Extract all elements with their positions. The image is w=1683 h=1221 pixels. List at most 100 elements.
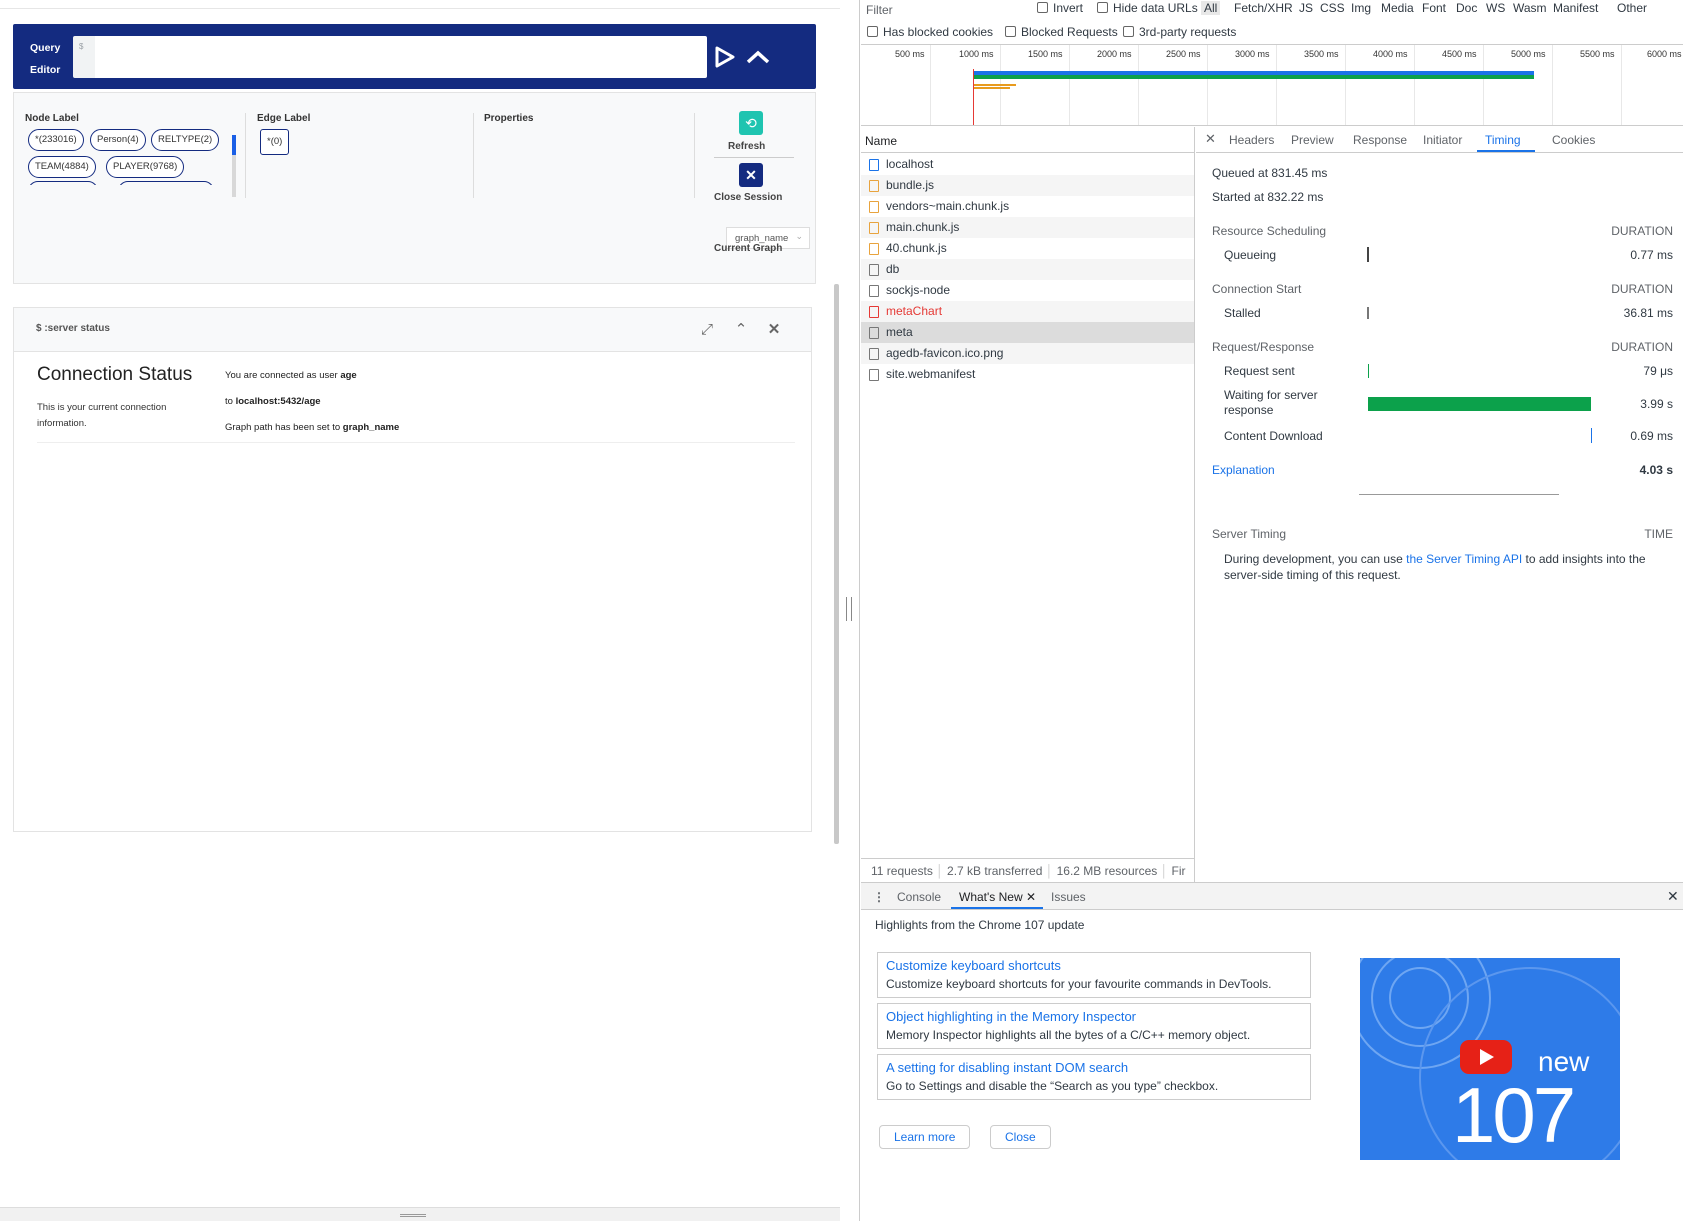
has-blocked-cookies-checkbox[interactable]: Has blocked cookies: [867, 25, 993, 39]
devtools-drawer: ⋮ Console What's New ✕ Issues ✕ Highligh…: [861, 882, 1683, 1221]
server-timing-text: During development, you can use: [1224, 552, 1407, 566]
request-row[interactable]: sockjs-node: [861, 280, 1194, 301]
type-filter-css[interactable]: CSS: [1320, 1, 1345, 15]
close-icon[interactable]: ✕: [1026, 890, 1036, 904]
feature-card[interactable]: Object highlighting in the Memory Inspec…: [877, 1003, 1311, 1049]
connected-host-line: to localhost:5432/age: [225, 396, 321, 407]
tab-headers[interactable]: Headers: [1229, 133, 1274, 147]
tab-whats-new[interactable]: What's New ✕: [959, 890, 1036, 904]
third-party-checkbox[interactable]: 3rd-party requests: [1123, 25, 1236, 39]
filter-input[interactable]: Filter: [866, 3, 1026, 17]
request-row[interactable]: site.webmanifest: [861, 364, 1194, 385]
invert-checkbox[interactable]: Invert: [1037, 1, 1083, 15]
close-detail-button[interactable]: ✕: [1205, 131, 1216, 147]
request-row[interactable]: db: [861, 259, 1194, 280]
youtube-play-icon: [1460, 1040, 1512, 1074]
feature-title[interactable]: A setting for disabling instant DOM sear…: [886, 1060, 1128, 1075]
close-drawer-button[interactable]: ✕: [1667, 888, 1679, 905]
feature-title[interactable]: Object highlighting in the Memory Inspec…: [886, 1009, 1136, 1024]
request-row[interactable]: vendors~main.chunk.js: [861, 196, 1194, 217]
node-label-chip[interactable]: TEAM(4884): [28, 156, 96, 178]
type-filter-doc[interactable]: Doc: [1456, 1, 1477, 15]
query-input[interactable]: [73, 36, 707, 78]
edge-label-chip[interactable]: *(0): [260, 129, 290, 155]
blocked-requests-checkbox[interactable]: Blocked Requests: [1005, 25, 1118, 39]
expand-button[interactable]: ⤢: [696, 319, 718, 341]
node-label-chip[interactable]: *(233016): [28, 129, 84, 151]
request-row[interactable]: localhost: [861, 154, 1194, 175]
feature-card[interactable]: Customize keyboard shortcuts Customize k…: [877, 952, 1311, 998]
file-icon: [869, 327, 879, 339]
request-row[interactable]: main.chunk.js: [861, 217, 1194, 238]
type-filter-fetch[interactable]: Fetch/XHR: [1234, 1, 1293, 15]
tab-response[interactable]: Response: [1353, 133, 1407, 147]
learn-more-button[interactable]: Learn more: [879, 1125, 971, 1149]
chrome-107-promo-image: new 107: [1360, 958, 1620, 1160]
tab-console[interactable]: Console: [897, 890, 941, 904]
divider: [245, 113, 246, 198]
tab-cookies[interactable]: Cookies: [1552, 133, 1595, 147]
type-filter-all[interactable]: All: [1201, 1, 1221, 15]
request-row[interactable]: bundle.js: [861, 175, 1194, 196]
request-row[interactable]: 40.chunk.js: [861, 238, 1194, 259]
network-overview[interactable]: 500 ms 1000 ms 1500 ms 2000 ms 2500 ms 3…: [861, 44, 1683, 126]
close-frame-button[interactable]: ✕: [763, 319, 785, 341]
tab-initiator[interactable]: Initiator: [1423, 133, 1462, 147]
type-filter-manifest[interactable]: Manifest: [1553, 1, 1598, 15]
resize-grip[interactable]: [400, 1214, 426, 1217]
request-name: meta: [886, 325, 913, 339]
node-label-chip[interactable]: RELTYPE(2): [151, 129, 220, 151]
request-row[interactable]: meta: [861, 322, 1194, 343]
node-label-chip[interactable]: Person(4): [90, 129, 146, 151]
close-button[interactable]: Close: [990, 1125, 1051, 1149]
promo-version-text: 107: [1452, 1071, 1576, 1159]
divider: [714, 157, 794, 158]
type-filter-media[interactable]: Media: [1381, 1, 1414, 15]
type-filter-img[interactable]: Img: [1351, 1, 1371, 15]
tab-preview[interactable]: Preview: [1291, 133, 1334, 147]
type-filter-wasm[interactable]: Wasm: [1513, 1, 1547, 15]
request-list: Name localhost bundle.js vendors~main.chun…: [861, 127, 1195, 882]
timing-label: Queueing: [1224, 248, 1277, 262]
checkbox-icon: [1037, 2, 1048, 13]
request-row[interactable]: agedb-favicon.ico.png: [861, 343, 1194, 364]
explanation-link-text[interactable]: Explanation: [1212, 463, 1275, 477]
close-icon: ✕: [1205, 131, 1216, 146]
connected-host-prefix: to: [225, 396, 236, 407]
feature-card[interactable]: A setting for disabling instant DOM sear…: [877, 1054, 1311, 1100]
top-divider: [0, 8, 840, 9]
type-filter-other[interactable]: Other: [1617, 1, 1647, 15]
request-name: bundle.js: [886, 178, 935, 192]
request-name: sockjs-node: [886, 283, 951, 297]
type-filter-js[interactable]: JS: [1299, 1, 1313, 15]
node-label-scroll-thumb[interactable]: [232, 135, 236, 155]
tick-label: 2500 ms: [1166, 49, 1201, 59]
collapse-editor-button[interactable]: [743, 42, 773, 72]
explanation-link[interactable]: Explanation: [1212, 463, 1275, 477]
tick-label: 1000 ms: [959, 49, 994, 59]
tab-timing[interactable]: Timing: [1485, 133, 1521, 147]
grid-line: [1483, 45, 1484, 125]
node-label-chip[interactable]: PLAYER(9768): [106, 156, 185, 178]
collapse-frame-button[interactable]: ⌃: [730, 319, 752, 341]
type-filter-font[interactable]: Font: [1422, 1, 1446, 15]
name-column-header[interactable]: Name: [861, 127, 1195, 153]
request-row[interactable]: metaChart: [861, 301, 1194, 322]
splitter-grip-icon[interactable]: [846, 597, 852, 621]
timing-label: Request sent: [1224, 364, 1295, 378]
type-filter-ws[interactable]: WS: [1486, 1, 1505, 15]
drawer-menu-icon[interactable]: ⋮: [873, 890, 885, 904]
hide-data-urls-checkbox[interactable]: Hide data URLs: [1097, 1, 1198, 15]
close-session-button[interactable]: ✕: [739, 163, 763, 187]
page-scrollbar[interactable]: [834, 284, 839, 844]
tab-issues[interactable]: Issues: [1051, 890, 1086, 904]
refresh-button[interactable]: ⟲: [739, 111, 763, 135]
server-timing-api-link[interactable]: the Server Timing API: [1406, 552, 1522, 566]
started-at: Started at 832.22 ms: [1212, 190, 1324, 204]
frame-title: $ :server status: [36, 323, 110, 334]
section-title: Resource Scheduling: [1212, 224, 1327, 238]
run-query-button[interactable]: [709, 42, 739, 72]
checkbox-icon: [1097, 2, 1108, 13]
feature-title[interactable]: Customize keyboard shortcuts: [886, 958, 1061, 973]
file-icon: [869, 306, 879, 318]
